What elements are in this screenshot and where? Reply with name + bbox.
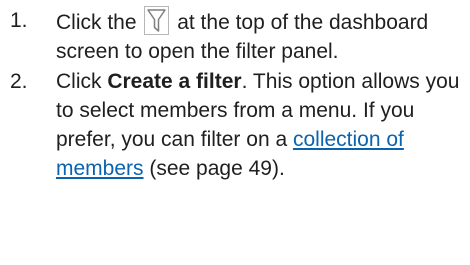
step-number: 1.: [10, 9, 28, 32]
step-text: Click the at the top of the dashboard sc…: [56, 6, 470, 66]
list-item: 1. Click the at the top of the dashboard…: [0, 6, 470, 66]
filter-funnel-icon: [144, 6, 170, 35]
instruction-list: 1. Click the at the top of the dashboard…: [0, 0, 470, 183]
step-text-before-icon: Click the: [56, 11, 137, 34]
step-text-after-link: (see page 49).: [143, 157, 285, 180]
list-item: 2. Click Create a filter. This option al…: [0, 67, 470, 183]
step-text-before-bold: Click: [56, 70, 108, 93]
step-text: Click Create a filter. This option allow…: [56, 67, 470, 183]
create-a-filter-label: Create a filter: [107, 70, 242, 93]
step-number: 2.: [10, 70, 28, 93]
